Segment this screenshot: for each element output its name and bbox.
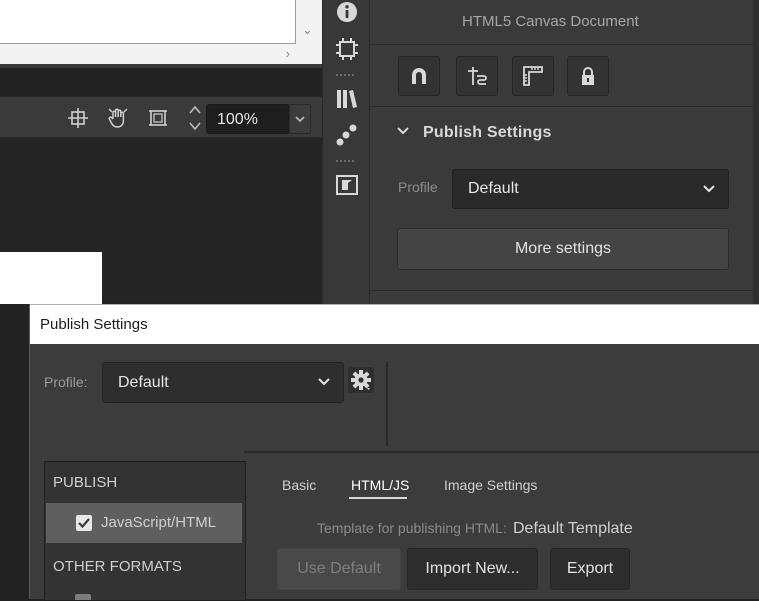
zoom-stepper[interactable] [186,103,204,133]
publish-targets-list: PUBLISH JavaScript/HTML OTHER FORMATS [44,461,246,601]
chevron-down-icon [295,116,305,123]
panel-edge [753,0,759,304]
more-settings-label: More settings [514,240,612,257]
profile-select[interactable]: Default [452,169,729,209]
javascript-html-label: JavaScript/HTML [101,514,217,531]
divider [370,44,753,45]
more-settings-button[interactable]: More settings [397,228,729,270]
properties-panel: HTML5 Canvas Document Publish Settings P… [370,0,759,304]
active-tab-indicator [349,497,407,499]
stage-toolbar: 100% [0,96,322,138]
stage-vertical-scrollbar[interactable]: ⌄ [296,0,322,64]
motion-presets-icon[interactable] [334,122,360,148]
list-item-checkbox-partial[interactable] [75,594,91,600]
use-default-label: Use Default [297,560,381,577]
panel-grip[interactable] [336,160,358,164]
zoom-value: 100% [217,111,258,128]
ruler-icon [523,66,543,86]
divider [370,290,753,291]
publish-settings-dialog: Publish Settings Profile: Default PUBLIS… [29,304,759,601]
stage-horizontal-scrollbar[interactable]: › [0,44,296,64]
divider [244,451,759,453]
components-icon[interactable] [334,172,360,198]
clip-stage-icon[interactable] [146,106,170,130]
gear-icon[interactable] [348,367,374,393]
divider [386,361,388,446]
use-default-button[interactable]: Use Default [277,548,401,590]
lock-icon [582,67,594,85]
list-item-javascript-html[interactable]: JavaScript/HTML [46,503,242,543]
snap-magnet-button[interactable] [398,56,440,96]
zoom-dropdown-button[interactable] [289,104,311,134]
document-type-label: HTML5 Canvas Document [462,13,639,30]
stage-document-area[interactable] [0,0,296,44]
profile-label: Profile [398,179,438,195]
list-header-publish: PUBLISH [53,474,118,491]
panel-grip[interactable] [336,74,358,78]
library-icon[interactable] [334,86,360,112]
snap-to-center-icon[interactable] [66,106,90,130]
panel-icon-strip [322,0,370,304]
snap-guides-icon [468,67,487,85]
stage-canvas[interactable] [0,252,102,304]
snap-magnet-icon [412,68,426,84]
template-label: Template for publishing HTML: [317,520,507,536]
chevron-down-icon [703,185,715,193]
dialog-titlebar[interactable]: Publish Settings [30,304,759,344]
javascript-html-checkbox[interactable] [76,515,92,531]
publish-settings-section-title[interactable]: Publish Settings [423,124,552,142]
template-value: Default Template [513,520,633,537]
snap-guides-button[interactable] [456,56,498,96]
import-new-label: Import New... [425,560,520,577]
align-icon[interactable] [334,36,360,62]
scroll-down-arrow-icon[interactable]: ⌄ [302,22,313,38]
scroll-right-arrow-icon[interactable]: › [286,46,290,61]
export-button[interactable]: Export [550,548,630,590]
list-header-other-formats: OTHER FORMATS [53,558,182,575]
tab-html-js[interactable]: HTML/JS [351,477,409,493]
zoom-input[interactable]: 100% [206,104,290,134]
chevron-down-icon[interactable] [396,124,410,138]
ruler-button[interactable] [512,56,554,96]
dialog-profile-value: Default [118,374,169,391]
lock-button[interactable] [567,56,609,96]
dialog-profile-select[interactable]: Default [102,362,344,403]
hand-tool-icon[interactable] [106,106,130,130]
import-new-button[interactable]: Import New... [407,548,538,590]
tab-image-settings[interactable]: Image Settings [444,477,537,493]
profile-select-value: Default [468,180,519,197]
export-label: Export [566,560,614,577]
tab-basic[interactable]: Basic [282,477,316,493]
checkmark-icon [78,518,90,529]
divider [370,106,753,107]
info-icon[interactable] [334,0,360,26]
dialog-profile-label: Profile: [44,374,88,390]
dialog-title: Publish Settings [40,316,148,333]
chevron-down-icon [318,378,330,386]
